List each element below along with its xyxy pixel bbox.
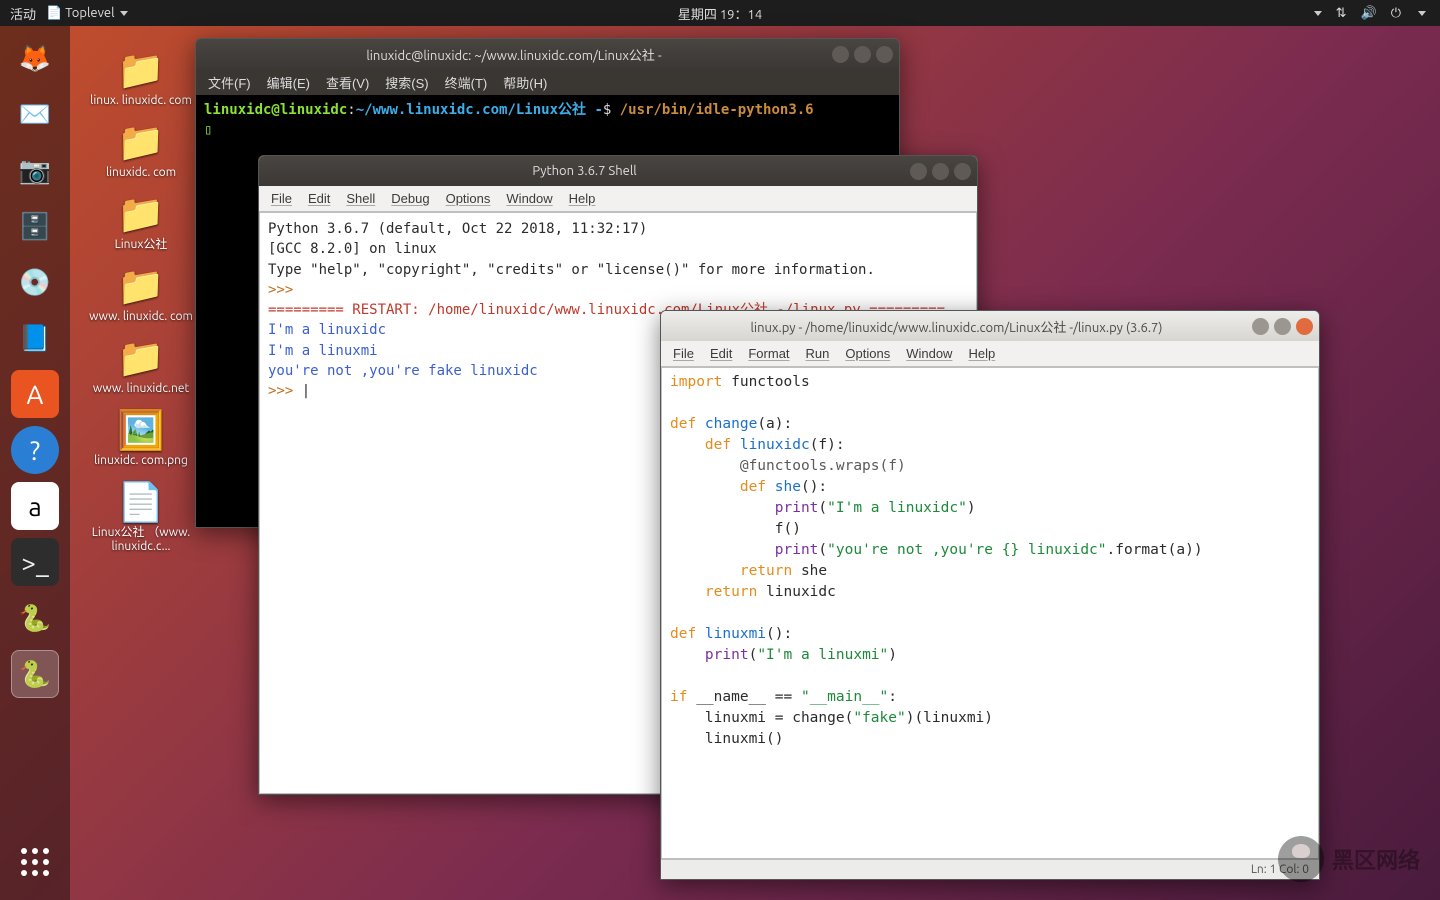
watermark: 黑区网络 [1278, 836, 1420, 882]
volume-icon[interactable]: 🔊 [1361, 6, 1377, 21]
chevron-down-icon [120, 11, 128, 16]
window-title: Python 3.6.7 Shell [259, 164, 910, 178]
menu-help[interactable]: Help [569, 191, 596, 206]
menu-options[interactable]: Options [845, 346, 890, 361]
menu-help[interactable]: 帮助(H) [503, 73, 547, 92]
titlebar[interactable]: linuxidc@linuxidc: ~/www.linuxidc.com/Li… [196, 39, 899, 69]
minimize-button[interactable] [1252, 318, 1269, 335]
app-indicator[interactable]: 📄 Toplevel [46, 6, 128, 21]
dock-writer[interactable]: 📘 [11, 314, 59, 362]
dock-amazon[interactable]: a [11, 482, 59, 530]
menu-window[interactable]: Window [506, 191, 552, 206]
desktop-icons: 📁linux. linuxidc. com 📁linuxidc. com 📁Li… [86, 48, 196, 554]
dock-python-file-2[interactable]: 🐍 [11, 650, 59, 698]
shell-menubar: File Edit Shell Debug Options Window Hel… [259, 186, 977, 212]
dock-files[interactable]: 🗄️ [11, 202, 59, 250]
dock-thunderbird[interactable]: ✉️ [11, 90, 59, 138]
dock-software[interactable]: A [11, 370, 59, 418]
menu-search[interactable]: 搜索(S) [385, 73, 428, 92]
menu-format[interactable]: Format [748, 346, 789, 361]
menu-edit[interactable]: Edit [308, 191, 330, 206]
menu-edit[interactable]: 编辑(E) [267, 73, 310, 92]
menu-file[interactable]: File [673, 346, 694, 361]
close-button[interactable] [954, 163, 971, 180]
minimize-button[interactable] [832, 46, 849, 63]
editor-window[interactable]: linux.py - /home/linuxidc/www.linuxidc.c… [660, 310, 1320, 880]
dock-camera[interactable]: 📷 [11, 146, 59, 194]
maximize-button[interactable] [854, 46, 871, 63]
dock: 🦊 ✉️ 📷 🗄️ 💿 📘 A ? a >_ 🐍 🐍 [0, 26, 70, 900]
close-button[interactable] [876, 46, 893, 63]
desktop-icon[interactable]: 📁linuxidc. com [86, 120, 196, 180]
shell-output-line: Type "help", "copyright", "credits" or "… [268, 260, 968, 280]
shell-output-line: [GCC 8.2.0] on linux [268, 239, 968, 259]
menu-debug[interactable]: Debug [391, 191, 429, 206]
system-menu-chevron-icon[interactable] [1418, 11, 1426, 16]
editor-body[interactable]: import functools def change(a): def linu… [661, 367, 1319, 859]
desktop-icon[interactable]: 📄Linux公社 （www. linuxidc.c... [86, 480, 196, 554]
menu-help[interactable]: Help [968, 346, 995, 361]
dock-terminal[interactable]: >_ [11, 538, 59, 586]
show-applications[interactable] [11, 838, 59, 886]
menu-view[interactable]: 查看(V) [326, 73, 369, 92]
desktop-icon[interactable]: 🖼️linuxidc. com.png [86, 408, 196, 468]
desktop-icon[interactable]: 📁Linux公社 [86, 192, 196, 252]
power-icon[interactable]: ⏻ [1391, 6, 1401, 21]
desktop-icon[interactable]: 📁www. linuxidc.net [86, 336, 196, 396]
network-icon[interactable]: ⇅ [1336, 6, 1347, 21]
minimize-button[interactable] [910, 163, 927, 180]
top-panel: 活动 📄 Toplevel 星期四 19：14 ⇅ 🔊 ⏻ [0, 0, 1440, 26]
dock-firefox[interactable]: 🦊 [11, 34, 59, 82]
titlebar[interactable]: linux.py - /home/linuxidc/www.linuxidc.c… [661, 311, 1319, 341]
menu-options[interactable]: Options [446, 191, 491, 206]
input-method-icon[interactable] [1314, 11, 1322, 16]
clock[interactable]: 星期四 19：14 [678, 4, 762, 23]
maximize-button[interactable] [1274, 318, 1291, 335]
terminal-menubar: 文件(F) 编辑(E) 查看(V) 搜索(S) 终端(T) 帮助(H) [196, 69, 899, 95]
menu-window[interactable]: Window [906, 346, 952, 361]
close-button[interactable] [1296, 318, 1313, 335]
dock-rhythmbox[interactable]: 💿 [11, 258, 59, 306]
dock-python-file-1[interactable]: 🐍 [11, 594, 59, 642]
menu-shell[interactable]: Shell [346, 191, 375, 206]
editor-statusbar: Ln: 1 Col: 0 [661, 859, 1319, 879]
maximize-button[interactable] [932, 163, 949, 180]
menu-file[interactable]: 文件(F) [208, 73, 251, 92]
desktop-icon[interactable]: 📁linux. linuxidc. com [86, 48, 196, 108]
menu-file[interactable]: File [271, 191, 292, 206]
window-title: linux.py - /home/linuxidc/www.linuxidc.c… [661, 317, 1252, 336]
dock-help[interactable]: ? [11, 426, 59, 474]
desktop-icon[interactable]: 📁www. linuxidc. com [86, 264, 196, 324]
menu-edit[interactable]: Edit [710, 346, 732, 361]
activities-button[interactable]: 活动 [10, 4, 36, 23]
editor-menubar: File Edit Format Run Options Window Help [661, 341, 1319, 367]
watermark-icon [1278, 836, 1324, 882]
titlebar[interactable]: Python 3.6.7 Shell [259, 156, 977, 186]
menu-terminal[interactable]: 终端(T) [445, 73, 488, 92]
window-title: linuxidc@linuxidc: ~/www.linuxidc.com/Li… [196, 45, 832, 64]
menu-run[interactable]: Run [806, 346, 830, 361]
shell-output-line: Python 3.6.7 (default, Oct 22 2018, 11:3… [268, 219, 968, 239]
